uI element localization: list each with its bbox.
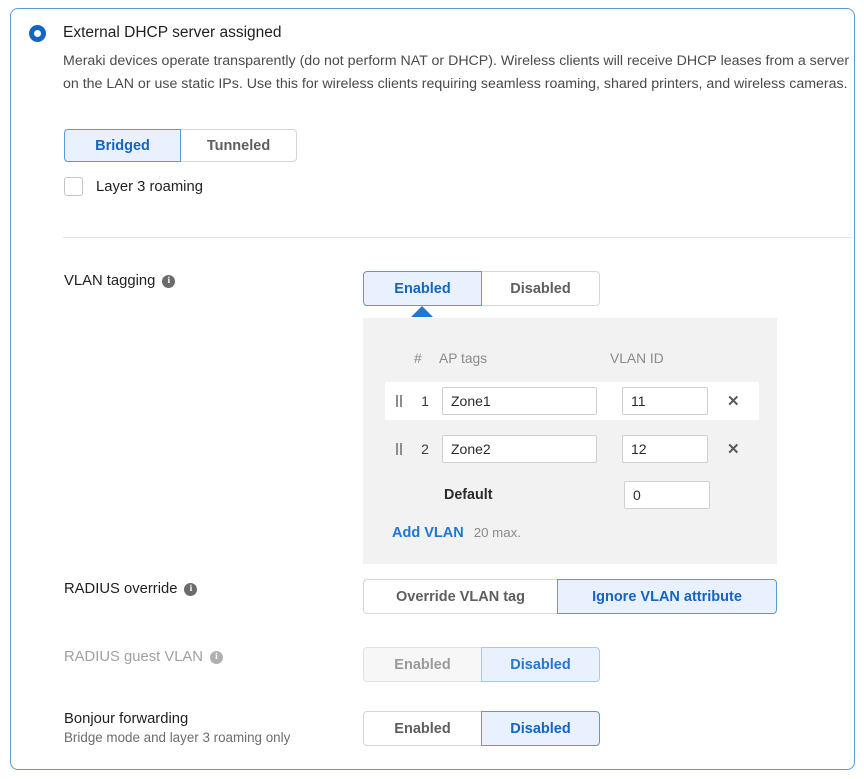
column-header-vlan-id: VLAN ID <box>610 351 664 366</box>
radio-option-external-dhcp[interactable]: External DHCP server assigned <box>29 23 282 42</box>
radio-option-label: External DHCP server assigned <box>63 24 282 41</box>
column-header-ap-tags: AP tags <box>439 351 488 366</box>
row-number: 2 <box>421 441 429 457</box>
radio-button-selected[interactable] <box>29 25 46 42</box>
segment-radius-guest-enabled[interactable]: Enabled <box>363 647 482 682</box>
segmented-control-radius-guest-vlan[interactable]: Enabled Disabled <box>363 647 600 682</box>
segment-vlan-tagging-enabled[interactable]: Enabled <box>363 271 482 306</box>
checkbox-row-layer3-roaming[interactable]: Layer 3 roaming <box>64 177 203 196</box>
field-label-radius-guest-vlan: RADIUS guest VLAN i <box>64 649 223 665</box>
segment-override-vlan-tag[interactable]: Override VLAN tag <box>363 579 558 614</box>
ap-tags-input[interactable] <box>442 387 597 415</box>
close-icon[interactable]: ✕ <box>727 394 740 409</box>
vlan-table-header: # AP tags VLAN ID <box>363 351 777 375</box>
segment-bonjour-disabled[interactable]: Disabled <box>481 711 600 746</box>
field-label-vlan-tagging: VLAN tagging i <box>64 273 176 289</box>
drag-handle-icon[interactable] <box>395 395 406 407</box>
segment-bridged[interactable]: Bridged <box>64 129 181 162</box>
vlan-tagging-label-text: VLAN tagging <box>64 273 156 289</box>
section-divider <box>63 237 852 238</box>
info-icon[interactable]: i <box>184 582 198 596</box>
checkbox-layer3-roaming[interactable] <box>64 177 83 196</box>
segment-ignore-vlan-attribute[interactable]: Ignore VLAN attribute <box>557 579 777 614</box>
row-number: 1 <box>421 393 429 409</box>
settings-panel: External DHCP server assigned Meraki dev… <box>10 8 855 770</box>
segmented-control-vlan-tagging[interactable]: Enabled Disabled <box>363 271 600 306</box>
table-row[interactable]: 2 ✕ <box>385 430 759 468</box>
segmented-control-mode[interactable]: Bridged Tunneled <box>64 129 297 162</box>
info-icon[interactable]: i <box>209 650 223 664</box>
segment-vlan-tagging-disabled[interactable]: Disabled <box>481 271 600 306</box>
default-vlan-id-input[interactable] <box>624 481 710 509</box>
bonjour-forwarding-label-text: Bonjour forwarding <box>64 711 189 727</box>
checkbox-label-layer3-roaming: Layer 3 roaming <box>96 178 203 195</box>
table-row[interactable]: 1 ✕ <box>385 382 759 420</box>
default-row-label: Default <box>444 487 493 503</box>
field-label-bonjour-forwarding: Bonjour forwarding Bridge mode and layer… <box>64 711 290 745</box>
close-icon[interactable]: ✕ <box>727 442 740 457</box>
mode-description: Meraki devices operate transparently (do… <box>63 53 850 92</box>
radius-guest-vlan-label-text: RADIUS guest VLAN <box>64 649 203 665</box>
segment-radius-guest-disabled[interactable]: Disabled <box>481 647 600 682</box>
vlan-id-input[interactable] <box>622 387 708 415</box>
vlan-table-panel: # AP tags VLAN ID 1 ✕ 2 ✕ Default Add VL… <box>363 318 777 564</box>
bonjour-forwarding-sublabel: Bridge mode and layer 3 roaming only <box>64 730 291 745</box>
segmented-control-bonjour-forwarding[interactable]: Enabled Disabled <box>363 711 600 746</box>
drag-handle-icon[interactable] <box>395 443 406 455</box>
segmented-control-radius-override[interactable]: Override VLAN tag Ignore VLAN attribute <box>363 579 777 614</box>
add-vlan-row: Add VLAN 20 max. <box>392 525 521 541</box>
table-row-default: Default <box>385 478 759 512</box>
add-vlan-note: 20 max. <box>473 525 521 540</box>
info-icon[interactable]: i <box>162 274 176 288</box>
vlan-id-input[interactable] <box>622 435 708 463</box>
add-vlan-link[interactable]: Add VLAN <box>392 525 464 541</box>
segment-bonjour-enabled[interactable]: Enabled <box>363 711 482 746</box>
column-header-number: # <box>414 351 422 366</box>
caret-up-icon <box>411 306 433 317</box>
radius-override-label-text: RADIUS override <box>64 581 178 597</box>
ap-tags-input[interactable] <box>442 435 597 463</box>
segment-tunneled[interactable]: Tunneled <box>180 129 297 162</box>
field-label-radius-override: RADIUS override i <box>64 581 198 597</box>
